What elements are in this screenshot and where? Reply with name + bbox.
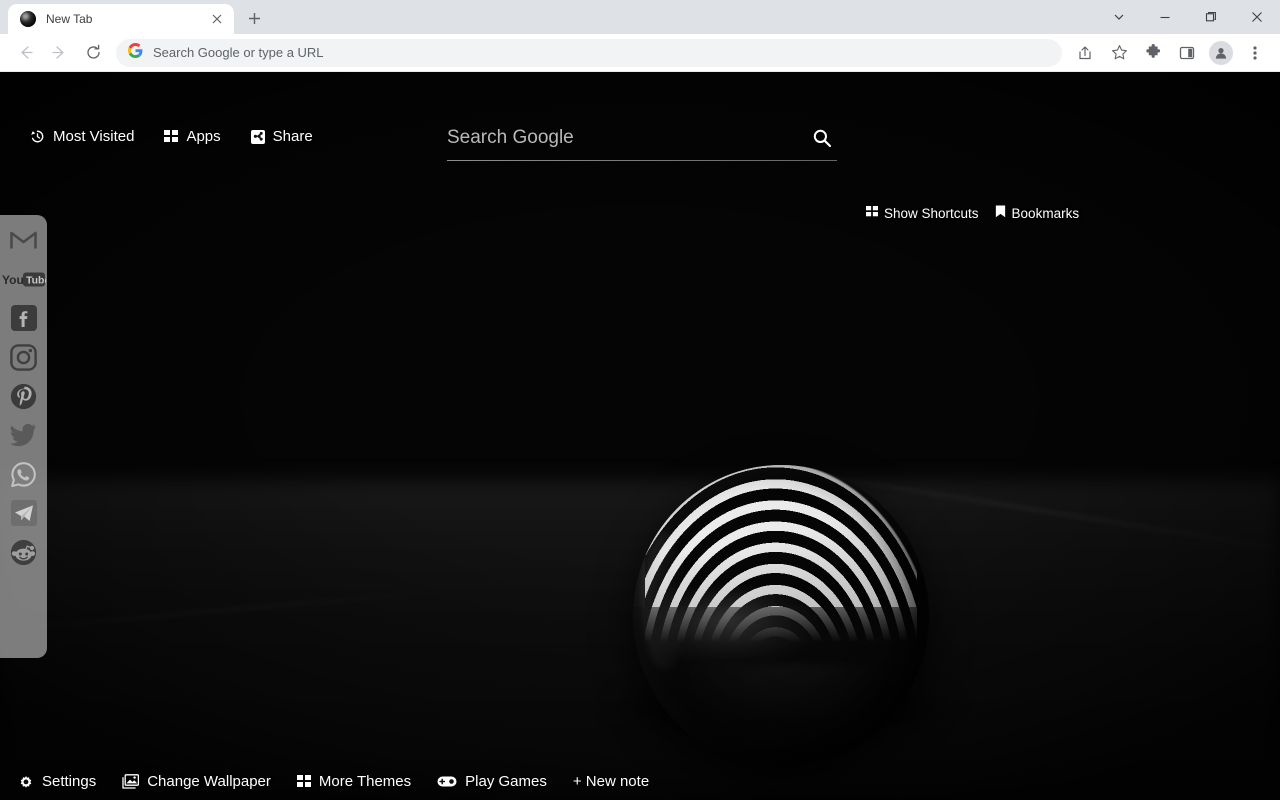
bottom-more-themes[interactable]: More Themes xyxy=(296,773,412,790)
svg-text:Tube: Tube xyxy=(26,274,46,286)
minimize-icon[interactable] xyxy=(1142,0,1188,34)
three-dot-menu-icon[interactable] xyxy=(1241,39,1269,67)
sidebar-item-twitter[interactable] xyxy=(9,420,39,450)
tab-strip: New Tab xyxy=(0,0,1280,34)
puzzle-piece-icon[interactable] xyxy=(1139,39,1167,67)
sidebar-item-reddit[interactable] xyxy=(9,537,39,567)
side-panel-icon[interactable] xyxy=(1173,39,1201,67)
grid-icon xyxy=(296,774,311,789)
profile-avatar-icon[interactable] xyxy=(1207,39,1235,67)
maximize-icon[interactable] xyxy=(1188,0,1234,34)
sidebar-item-telegram[interactable] xyxy=(9,498,39,528)
nav-apps-label: Apps xyxy=(186,128,221,145)
new-tab-page: Most Visited Apps Share Search Google Sh… xyxy=(0,72,1280,800)
bottom-play-games-label: Play Games xyxy=(465,773,547,790)
image-icon xyxy=(122,774,140,789)
avatar xyxy=(1209,40,1233,65)
link-bookmarks[interactable]: Bookmarks xyxy=(995,205,1080,221)
search-underline xyxy=(447,160,837,161)
nav-apps[interactable]: Apps xyxy=(164,128,221,145)
ntp-top-nav: Most Visited Apps Share xyxy=(30,128,313,145)
ntp-right-links: Show Shortcuts Bookmarks xyxy=(866,205,1079,221)
bottom-change-wallpaper-label: Change Wallpaper xyxy=(147,773,271,790)
nav-most-visited[interactable]: Most Visited xyxy=(30,128,134,145)
forward-arrow-icon[interactable] xyxy=(45,39,73,67)
bookmark-icon xyxy=(995,205,1006,221)
link-show-shortcuts[interactable]: Show Shortcuts xyxy=(866,205,979,221)
google-g-icon xyxy=(128,42,143,63)
chevron-down-icon[interactable] xyxy=(1096,0,1142,34)
ntp-bottom-bar: Settings Change Wallpaper More Themes Pl… xyxy=(18,773,649,790)
pinterest-icon xyxy=(10,383,37,410)
bottom-more-themes-label: More Themes xyxy=(318,773,412,790)
svg-text:You: You xyxy=(2,273,24,287)
grid-icon xyxy=(866,205,878,221)
bottom-settings-label: Settings xyxy=(42,773,97,790)
share-icon xyxy=(250,129,265,144)
tab-title: New Tab xyxy=(46,12,93,26)
telegram-icon xyxy=(10,500,37,526)
reload-icon[interactable] xyxy=(79,39,107,67)
youtube-icon: You Tube xyxy=(2,271,46,288)
ntp-search-box xyxy=(447,120,837,161)
bottom-settings[interactable]: Settings xyxy=(18,773,96,790)
tab-new-tab[interactable]: New Tab xyxy=(8,4,234,34)
history-icon xyxy=(30,129,45,144)
search-icon[interactable] xyxy=(807,123,837,153)
browser-toolbar: Search Google or type a URL xyxy=(0,34,1280,72)
instagram-icon xyxy=(10,343,37,371)
gmail-icon xyxy=(10,229,37,251)
close-icon[interactable] xyxy=(1234,0,1280,34)
gear-icon xyxy=(18,774,34,790)
gamepad-icon xyxy=(437,775,457,788)
sidebar-item-gmail[interactable] xyxy=(9,225,39,255)
nav-share-label: Share xyxy=(272,128,313,145)
bottom-new-note-label: + New note xyxy=(572,773,650,790)
omnibox[interactable]: Search Google or type a URL xyxy=(116,38,1062,67)
grid-icon xyxy=(164,129,179,144)
omnibox-placeholder: Search Google or type a URL xyxy=(153,45,324,60)
back-arrow-icon[interactable] xyxy=(11,39,39,67)
window-controls xyxy=(1096,0,1280,34)
social-sidebar: You Tube xyxy=(0,215,47,658)
sphere-favicon-icon xyxy=(20,11,36,27)
nav-most-visited-label: Most Visited xyxy=(53,128,135,145)
link-bookmarks-label: Bookmarks xyxy=(1011,205,1080,221)
new-tab-button[interactable] xyxy=(240,4,268,32)
link-show-shortcuts-label: Show Shortcuts xyxy=(884,205,979,221)
whatsapp-icon xyxy=(10,461,37,488)
sidebar-item-instagram[interactable] xyxy=(9,342,39,372)
browser-window: New Tab Search Google or type a URL Most… xyxy=(0,0,1280,800)
wallpaper-background xyxy=(0,72,1280,800)
facebook-icon xyxy=(10,305,37,331)
sidebar-item-pinterest[interactable] xyxy=(9,381,39,411)
bottom-play-games[interactable]: Play Games xyxy=(437,773,547,790)
toolbar-actions xyxy=(1068,39,1272,67)
sidebar-item-whatsapp[interactable] xyxy=(9,459,39,489)
search-input[interactable] xyxy=(447,127,807,149)
sidebar-item-youtube[interactable]: You Tube xyxy=(2,264,46,294)
nav-share[interactable]: Share xyxy=(250,128,313,145)
bottom-new-note[interactable]: + New note xyxy=(573,773,649,790)
twitter-icon xyxy=(10,423,37,447)
sidebar-item-facebook[interactable] xyxy=(9,303,39,333)
share-icon[interactable] xyxy=(1071,39,1099,67)
star-icon[interactable] xyxy=(1105,39,1133,67)
bottom-change-wallpaper[interactable]: Change Wallpaper xyxy=(122,773,271,790)
wallpaper-vignette xyxy=(0,72,1280,800)
close-icon[interactable] xyxy=(208,10,226,28)
reddit-icon xyxy=(10,539,37,566)
